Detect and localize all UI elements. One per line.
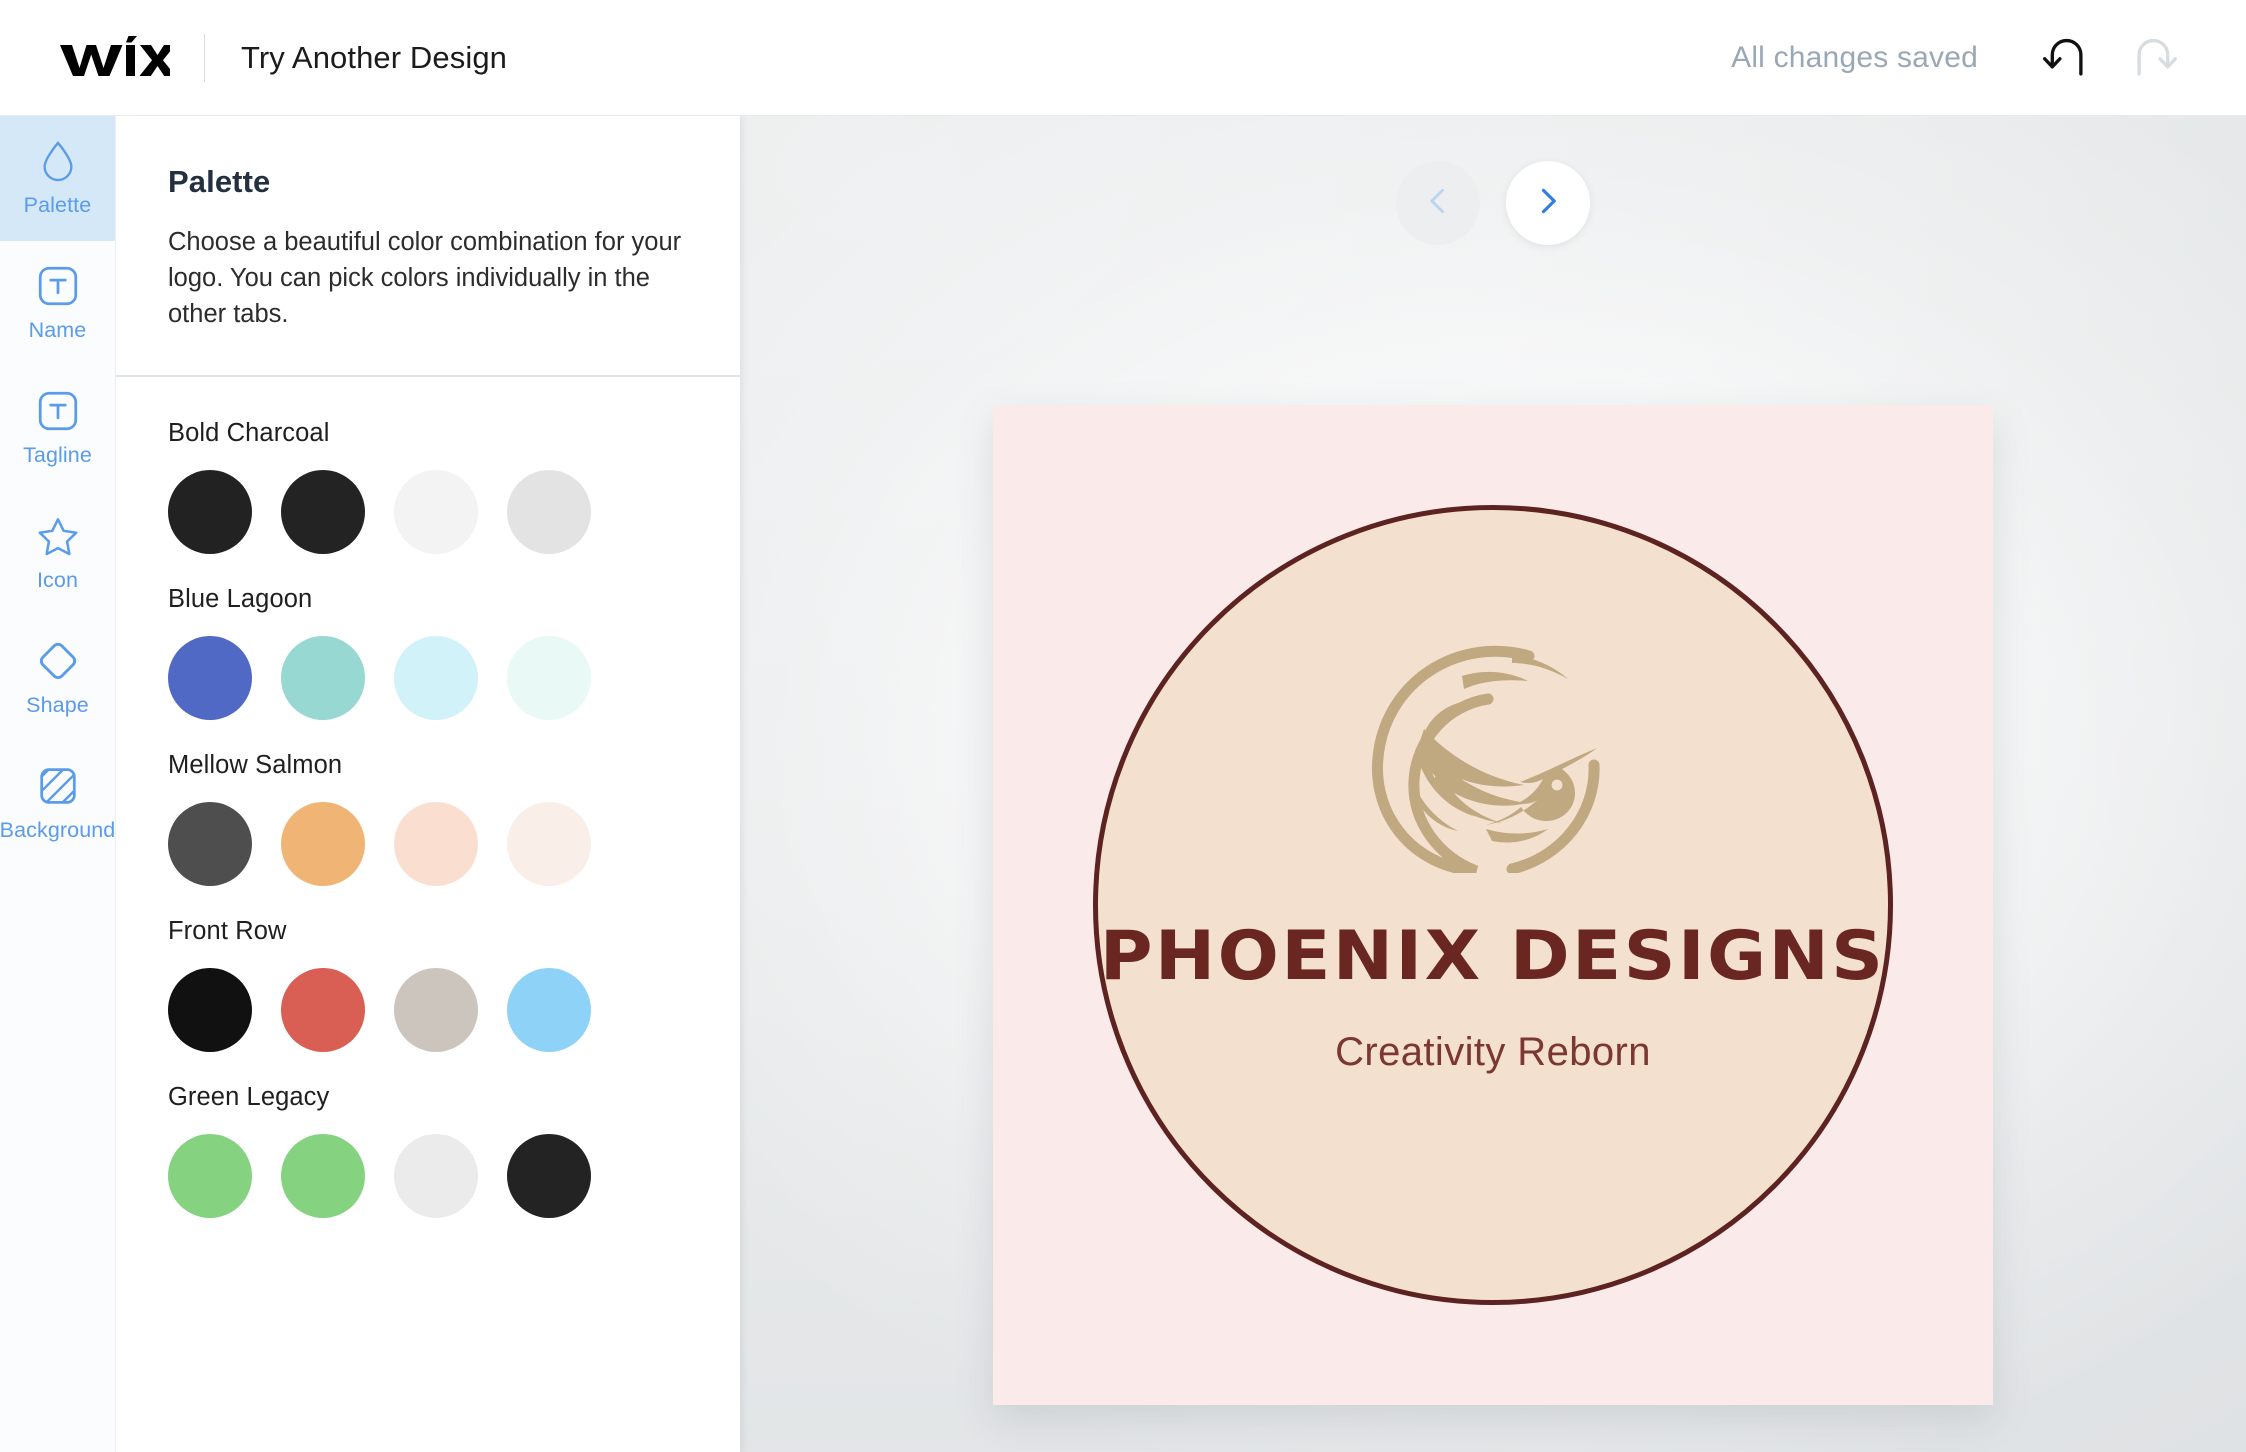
chevron-right-icon <box>1531 184 1565 223</box>
color-swatch[interactable] <box>394 635 478 720</box>
redo-button[interactable] <box>2120 23 2190 93</box>
palette-option[interactable]: Front Row <box>168 917 688 1052</box>
color-swatch[interactable] <box>168 801 252 886</box>
palette-option[interactable]: Bold Charcoal <box>168 419 688 554</box>
sidebar-item-name[interactable]: Name <box>0 241 115 366</box>
color-swatch[interactable] <box>281 635 365 720</box>
palette-option[interactable]: Blue Lagoon <box>168 585 688 720</box>
color-swatch[interactable] <box>507 1133 591 1218</box>
design-navigation <box>1396 161 1590 245</box>
palette-name: Blue Lagoon <box>168 584 313 613</box>
swatch-row <box>168 967 688 1052</box>
logo-artboard[interactable]: PHOENIX DESIGNS Creativity Reborn <box>993 405 1993 1405</box>
sidebar-nav: Palette Name Tagline Icon Shape Backgrou… <box>0 116 116 1452</box>
sidebar-item-label: Icon <box>36 568 79 592</box>
previous-design-button[interactable] <box>1396 161 1480 245</box>
app-header: Try Another Design All changes saved <box>0 0 2246 116</box>
color-swatch[interactable] <box>281 801 365 886</box>
logo-name-text: PHOENIX DESIGNS <box>1100 917 1886 996</box>
sidebar-item-shape[interactable]: Shape <box>0 616 115 741</box>
color-swatch[interactable] <box>394 1133 478 1218</box>
color-swatch[interactable] <box>168 469 252 554</box>
logo-preview-canvas: PHOENIX DESIGNS Creativity Reborn <box>740 116 2246 1452</box>
swatch-row <box>168 1133 688 1218</box>
logo-tagline-text: Creativity Reborn <box>1335 1030 1651 1074</box>
panel-header: Palette Choose a beautiful color combina… <box>116 116 740 377</box>
color-swatch[interactable] <box>507 469 591 554</box>
color-swatch[interactable] <box>168 635 252 720</box>
sidebar-item-tagline[interactable]: Tagline <box>0 366 115 491</box>
text-box-icon <box>36 389 80 433</box>
wix-logo[interactable] <box>40 35 170 81</box>
logo-composition: PHOENIX DESIGNS Creativity Reborn <box>1093 505 1893 1305</box>
color-swatch[interactable] <box>168 967 252 1052</box>
sidebar-item-label: Palette <box>23 193 92 217</box>
color-swatch[interactable] <box>394 967 478 1052</box>
header-divider <box>204 33 205 82</box>
sidebar-item-icon[interactable]: Icon <box>0 491 115 616</box>
chevron-left-icon <box>1421 184 1455 223</box>
panel-title: Palette <box>168 164 271 199</box>
panel-description: Choose a beautiful color combination for… <box>168 228 682 329</box>
logo-content: PHOENIX DESIGNS Creativity Reborn <box>1093 505 1893 1305</box>
header-actions: All changes saved <box>1731 23 2206 93</box>
undo-button[interactable] <box>2030 23 2100 93</box>
palette-name: Green Legacy <box>168 1082 330 1111</box>
text-box-icon <box>36 264 80 308</box>
diamond-icon <box>36 639 80 683</box>
app-body: Palette Name Tagline Icon Shape Backgrou… <box>0 116 2246 1452</box>
palette-name: Front Row <box>168 916 287 945</box>
sidebar-item-label: Shape <box>26 693 89 717</box>
sidebar-item-label: Background <box>0 818 116 842</box>
sidebar-item-label: Name <box>28 318 87 342</box>
striped-square-icon <box>36 764 80 808</box>
color-swatch[interactable] <box>281 469 365 554</box>
sidebar-item-palette[interactable]: Palette <box>0 116 115 241</box>
color-swatch[interactable] <box>507 967 591 1052</box>
phoenix-bird-icon <box>1366 643 1620 877</box>
color-swatch[interactable] <box>394 469 478 554</box>
sidebar-item-label: Tagline <box>23 443 92 467</box>
swatch-row <box>168 635 688 720</box>
star-icon <box>36 514 80 558</box>
color-swatch[interactable] <box>281 967 365 1052</box>
page-title: Try Another Design <box>241 39 507 75</box>
next-design-button[interactable] <box>1506 161 1590 245</box>
color-swatch[interactable] <box>394 801 478 886</box>
save-status: All changes saved <box>1731 40 1978 74</box>
swatch-row <box>168 469 688 554</box>
palette-name: Mellow Salmon <box>168 750 343 779</box>
palette-name: Bold Charcoal <box>168 418 330 447</box>
droplet-icon <box>36 139 80 183</box>
palette-option[interactable]: Green Legacy <box>168 1083 688 1218</box>
palette-panel: Palette Choose a beautiful color combina… <box>116 116 740 1452</box>
color-swatch[interactable] <box>507 801 591 886</box>
logo-maker-app: Try Another Design All changes saved Pal… <box>0 0 2246 1452</box>
palette-list[interactable]: Bold Charcoal Blue Lagoon Mellow Salmon … <box>116 377 740 1452</box>
sidebar-item-background[interactable]: Background <box>0 741 115 866</box>
palette-option[interactable]: Mellow Salmon <box>168 751 688 886</box>
color-swatch[interactable] <box>281 1133 365 1218</box>
color-swatch[interactable] <box>507 635 591 720</box>
color-swatch[interactable] <box>168 1133 252 1218</box>
swatch-row <box>168 801 688 886</box>
